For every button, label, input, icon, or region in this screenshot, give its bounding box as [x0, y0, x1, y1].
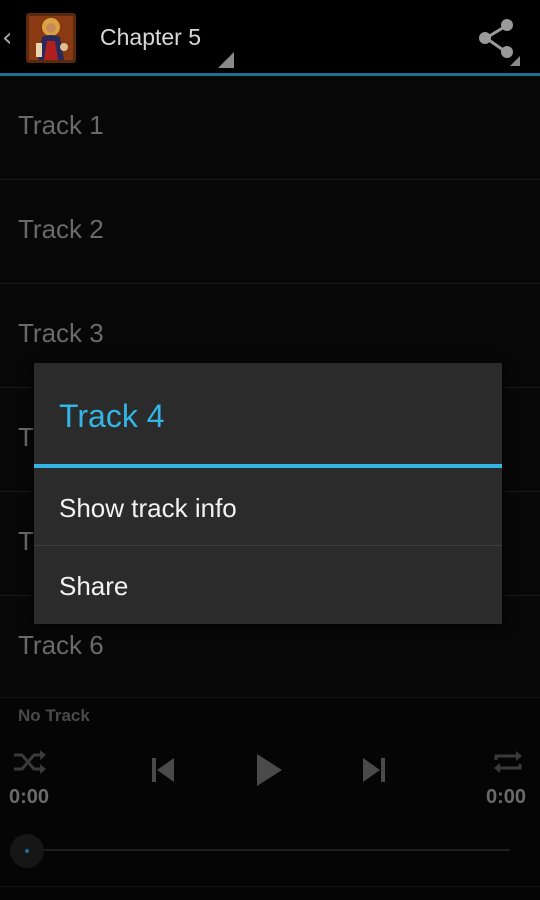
menu-item-label: Share — [59, 571, 129, 601]
menu-item-label: Show track info — [59, 493, 237, 523]
menu-item-show-track-info[interactable]: Show track info — [34, 468, 502, 545]
track-context-menu: Track 4 Show track info Share — [34, 363, 502, 624]
dialog-title: Track 4 — [59, 398, 165, 434]
menu-item-share[interactable]: Share — [34, 546, 502, 623]
